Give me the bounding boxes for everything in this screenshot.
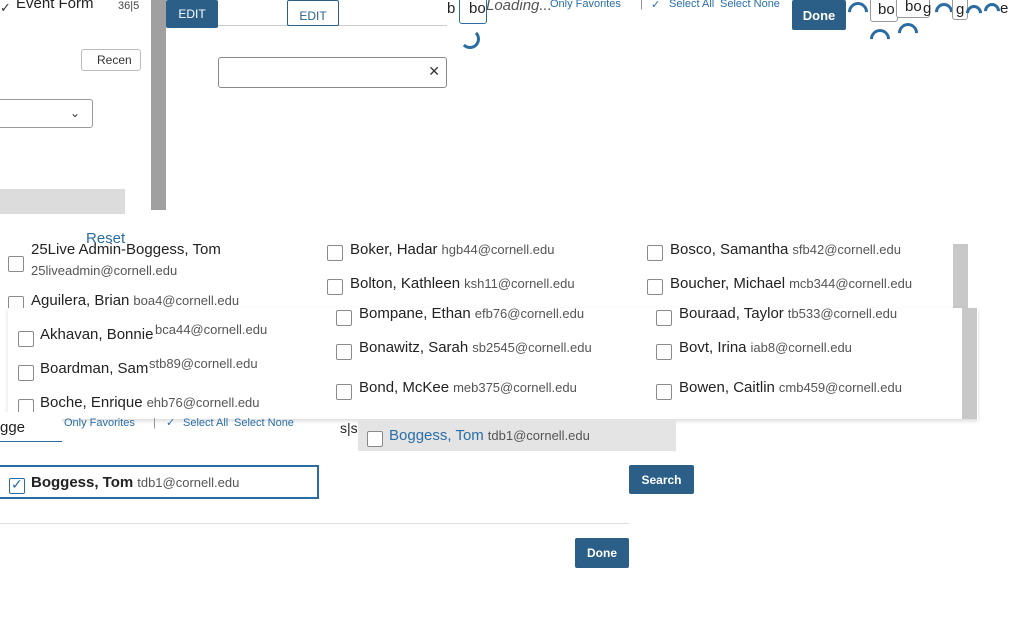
dropdown-select[interactable]: ⌄ [0, 99, 93, 128]
person-email: sfb42@cornell.edu [792, 242, 902, 257]
selected-item[interactable]: ✓ Boggess, Tom tdb1@cornell.edu [0, 465, 319, 499]
person-email: sb2545@cornell.edu [472, 340, 592, 355]
search-button[interactable]: Search [629, 465, 694, 494]
person-name[interactable]: Aguilera, Brian boa4@cornell.edu [31, 292, 239, 309]
separator: | [153, 417, 156, 429]
search-field-value: bo [469, 0, 486, 17]
edit-button-primary[interactable]: EDIT [166, 0, 218, 28]
edit-label: EDIT [178, 7, 206, 21]
loading-spinner-icon [843, 0, 873, 27]
check-icon: ✓ [651, 0, 661, 11]
divider [0, 523, 629, 524]
check-icon: ✓ [11, 476, 23, 492]
select-all-link-top[interactable]: Select All [669, 0, 714, 10]
text-input-clearable[interactable]: ✕ [218, 57, 447, 88]
done-button-top[interactable]: Done [792, 0, 846, 30]
person-name[interactable]: Boker, Hadar hgb44@cornell.edu [350, 241, 555, 258]
done-label: Done [587, 546, 617, 560]
person-email: cmb459@cornell.edu [778, 380, 902, 395]
person-email: mcb344@cornell.edu [789, 276, 913, 291]
suggestion-email: tdb1@cornell.edu [487, 428, 590, 443]
loading-spinner-icon [460, 29, 480, 49]
text-b: b [447, 0, 456, 17]
text-g: g [923, 0, 932, 17]
person-checkbox[interactable] [336, 310, 352, 326]
person-checkbox[interactable] [656, 310, 672, 326]
person-name[interactable]: Bouraad, Taylor tb533@cornell.edu [679, 305, 897, 322]
suggestion-checkbox[interactable] [367, 431, 383, 447]
only-favorites-link-top[interactable]: Only Favorites [550, 0, 621, 10]
search-field-fragment[interactable]: bo [870, 0, 898, 22]
text-e: e [1000, 0, 1009, 17]
edit-button-secondary[interactable]: EDIT [287, 0, 339, 26]
selected-checkbox[interactable]: ✓ [9, 476, 25, 494]
chevron-down-icon: ⌄ [69, 106, 80, 120]
person-checkbox[interactable] [18, 331, 34, 347]
person-checkbox[interactable] [336, 384, 352, 400]
close-icon[interactable]: ✕ [428, 63, 440, 80]
person-email: hgb44@cornell.edu [441, 242, 555, 257]
loading-text: Loading... [486, 0, 552, 14]
search-button-label: Search [641, 473, 682, 487]
person-name[interactable]: Akhavan, Bonnie [40, 326, 153, 343]
search-field-fragment[interactable]: bo [459, 0, 487, 24]
event-form-label: Event Form [16, 0, 94, 12]
person-email: 25liveadmin@cornell.edu [31, 263, 178, 278]
search-field-value: g [956, 1, 965, 18]
person-checkbox[interactable] [656, 344, 672, 360]
person-name[interactable]: Boardman, Sam [40, 360, 148, 377]
person-name[interactable]: Bosco, Samantha sfb42@cornell.edu [670, 241, 901, 258]
person-checkbox[interactable] [647, 245, 663, 261]
edit-label: EDIT [299, 9, 327, 23]
person-name[interactable]: Bonawitz, Sarah sb2545@cornell.edu [359, 339, 592, 356]
person-email: bca44@cornell.edu [155, 322, 268, 337]
person-checkbox[interactable] [327, 245, 343, 261]
search-input[interactable]: gge [0, 412, 62, 442]
person-email: stb89@cornell.edu [149, 356, 258, 371]
selected-name: Boggess, Tom tdb1@cornell.edu [31, 474, 240, 491]
person-name[interactable]: Bowen, Caitlin cmb459@cornell.edu [679, 379, 902, 396]
search-field-value: bo [905, 0, 922, 15]
person-checkbox[interactable] [336, 344, 352, 360]
person-checkbox[interactable] [18, 365, 34, 381]
person-name[interactable]: Boche, Enrique ehb76@cornell.edu [40, 394, 260, 411]
select-all-link[interactable]: Select All [183, 417, 228, 429]
person-email: boa4@cornell.edu [133, 293, 240, 308]
person-checkbox[interactable] [656, 384, 672, 400]
person-checkbox[interactable] [327, 279, 343, 295]
loading-spinner-icon [865, 24, 895, 54]
search-input-value: gge [0, 419, 26, 436]
done-label: Done [802, 8, 836, 23]
suggestion-name: Boggess, Tom tdb1@cornell.edu [389, 427, 590, 444]
count-text: 36|5 [118, 0, 140, 12]
person-checkbox[interactable] [647, 279, 663, 295]
recent-label: Recen [97, 53, 132, 67]
person-email: tb533@cornell.edu [787, 306, 898, 321]
person-email: efb76@cornell.edu [474, 306, 585, 321]
person-email: iab8@cornell.edu [750, 340, 852, 355]
select-none-link-top[interactable]: Select None [720, 0, 780, 10]
recent-button[interactable]: Recen [81, 49, 141, 71]
separator: | [640, 0, 643, 10]
person-name[interactable]: Bompane, Ethan efb76@cornell.edu [359, 305, 584, 322]
check-icon: ✓ [166, 417, 176, 429]
select-none-link[interactable]: Select None [234, 417, 294, 429]
person-name[interactable]: Bolton, Kathleen ksh11@cornell.edu [350, 275, 575, 292]
text-ss: s|s [340, 420, 358, 436]
event-form-icon: ✓ [0, 0, 11, 15]
person-name[interactable]: Boucher, Michael mcb344@cornell.edu [670, 275, 912, 292]
person-email: meb375@cornell.edu [453, 380, 577, 395]
person-email: ehb76@cornell.edu [146, 395, 260, 410]
person-name[interactable]: Bovt, Irina iab8@cornell.edu [679, 339, 852, 356]
selected-email: tdb1@cornell.edu [137, 475, 240, 490]
person-checkbox[interactable] [8, 256, 24, 272]
loading-spinner-icon [893, 18, 923, 48]
only-favorites-link[interactable]: Only Favorites [64, 417, 135, 429]
person-email: ksh11@cornell.edu [464, 276, 575, 291]
done-button[interactable]: Done [575, 538, 629, 568]
person-name[interactable]: 25Live Admin-Boggess, Tom [31, 241, 221, 258]
suggestion-item[interactable]: Boggess, Tom tdb1@cornell.edu [358, 419, 676, 451]
person-name[interactable]: Bond, McKee meb375@cornell.edu [359, 379, 577, 396]
search-field-value: bo [878, 1, 895, 18]
